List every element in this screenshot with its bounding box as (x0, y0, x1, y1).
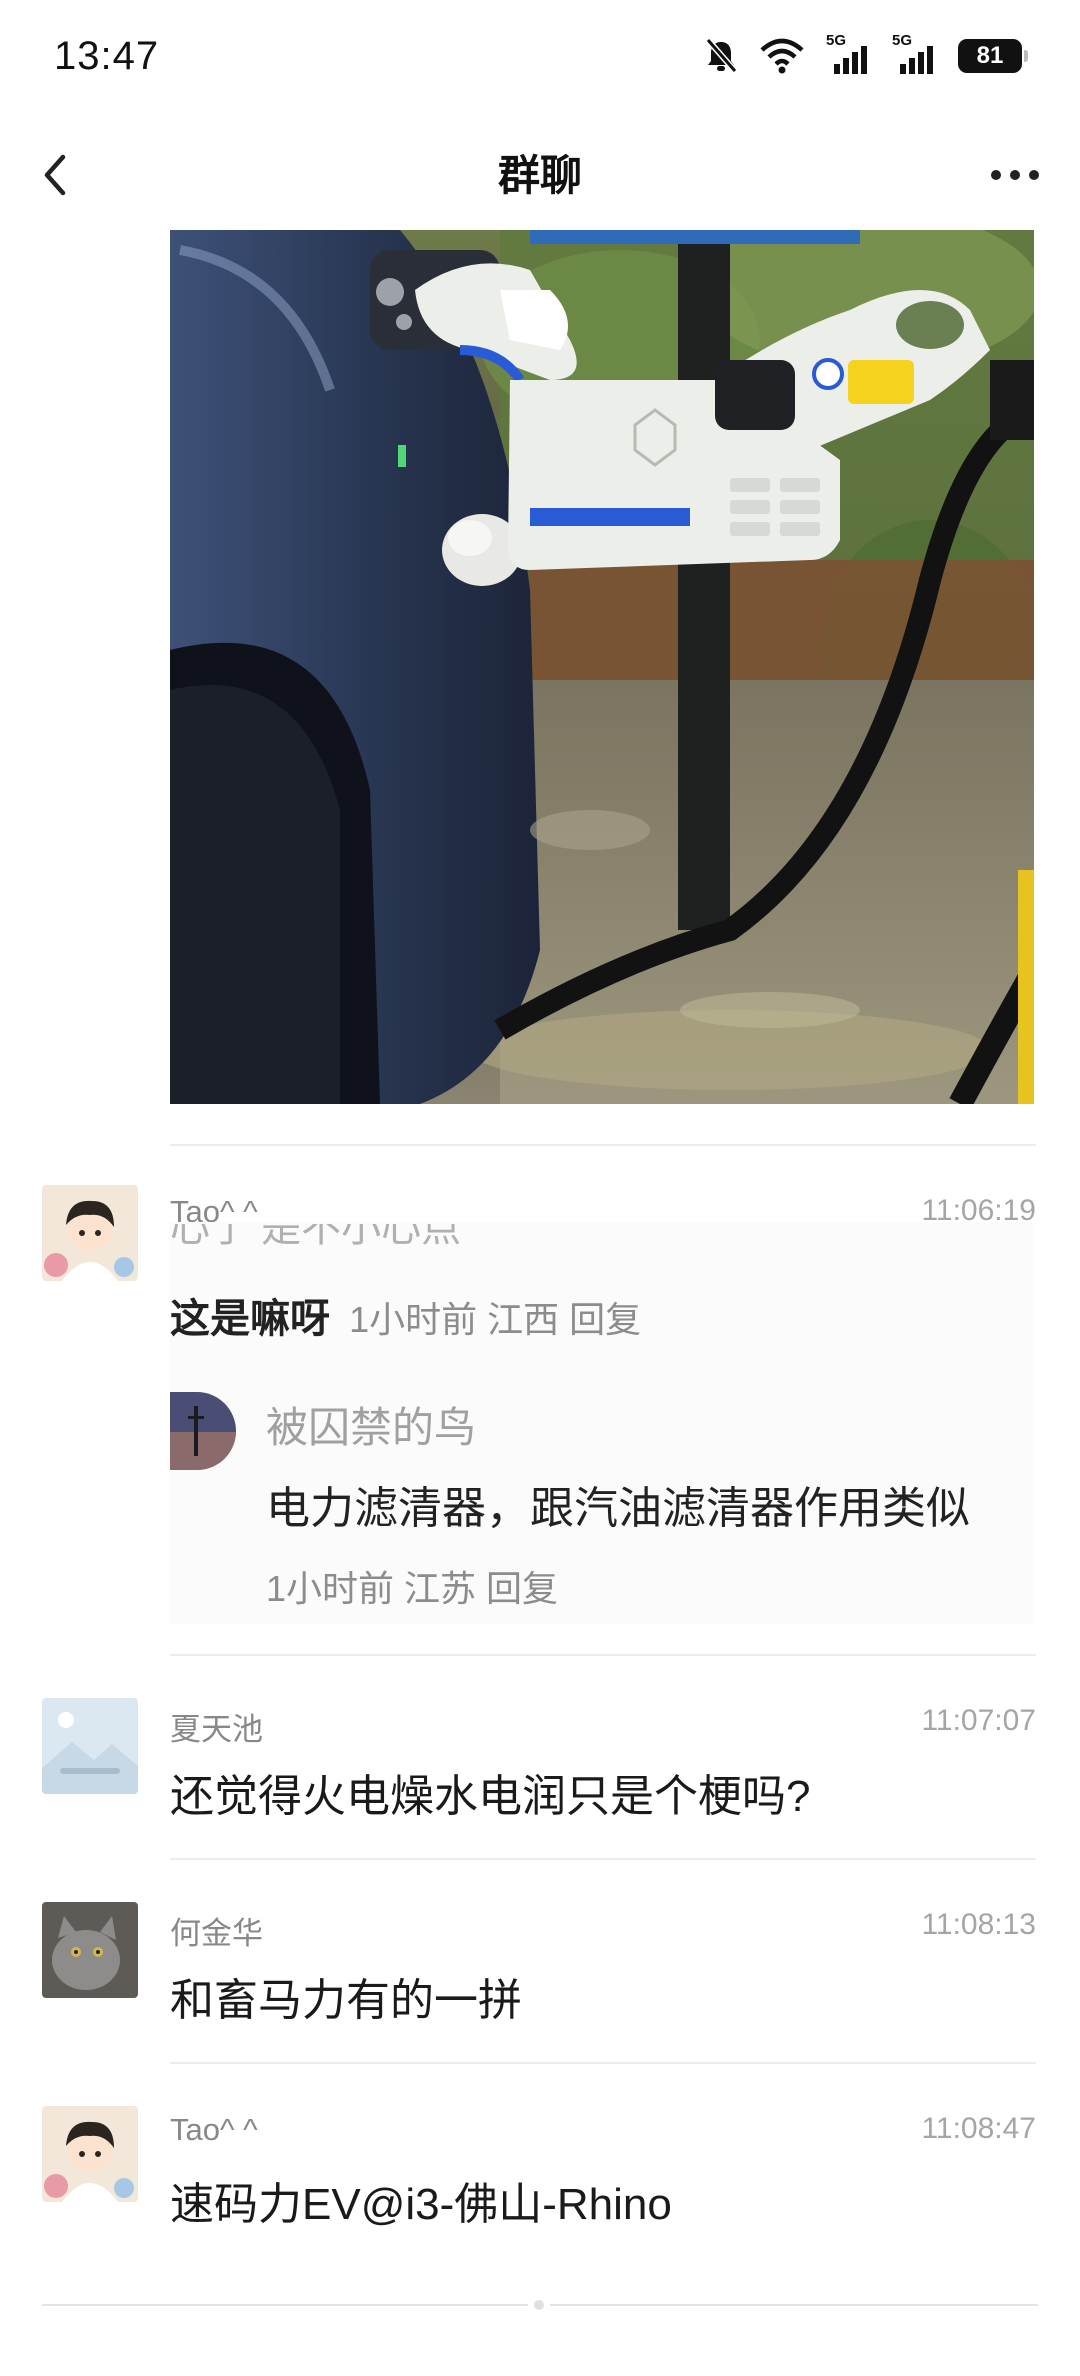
quote-cut-line: 心了 是不小心点 (170, 1224, 462, 1246)
battery-icon: 81 (958, 39, 1028, 73)
divider (170, 2062, 1036, 2064)
quote-main-meta: 1小时前 江西 回复 (349, 1299, 642, 1340)
avatar[interactable] (42, 1185, 138, 1281)
mute-icon (705, 38, 738, 73)
avatar-boy-cartoon (42, 2106, 138, 2202)
divider (170, 1858, 1036, 1860)
avatar-grey-cat (42, 1902, 138, 1998)
more-dots-icon (991, 170, 1001, 180)
divider (170, 1654, 1036, 1656)
signal-5g-icon: 5G (826, 32, 870, 76)
sender-name: 何金华 (170, 1916, 263, 1951)
quote-main-comment: 这是嘛呀 (170, 1297, 330, 1341)
status-icons: 5G 5G 81 (704, 32, 1028, 76)
message-text: 还觉得火电燥水电润只是个梗吗? (170, 1772, 811, 1821)
battery-level: 81 (976, 42, 1004, 69)
status-bar: 13:47 5G 5G 81 (0, 0, 1080, 120)
sender-name: 夏天池 (170, 1712, 263, 1747)
page-title: 群聊 (497, 152, 582, 199)
more-dots-icon (1010, 170, 1020, 180)
quoted-comment-screenshot[interactable]: 心了 是不小心点 这是嘛呀 1小时前 江西 回复 被囚禁的鸟 电力滤清器，跟汽油… (170, 1222, 1034, 1624)
charging-station-photo (170, 230, 1034, 1104)
shared-photo[interactable] (170, 230, 1034, 1104)
more-dots-icon (1029, 170, 1039, 180)
avatar[interactable] (42, 2106, 138, 2202)
avatar-dusk-sky (170, 1392, 236, 1470)
status-time: 13:47 (54, 34, 160, 78)
sender-name: Tao^ ^ (170, 2112, 258, 2147)
quote-avatar (170, 1392, 236, 1470)
quote-reply-user: 被囚禁的鸟 (266, 1404, 477, 1451)
more-button[interactable] (980, 140, 1050, 210)
message-text: 速码力EV@i3-佛山-Rhino (170, 2180, 672, 2229)
avatar[interactable] (42, 1698, 138, 1794)
message-time: 11:08:47 (921, 2112, 1036, 2145)
nav-bar: 群聊 (0, 120, 1080, 230)
page-indicator-dot (528, 2294, 550, 2316)
quote-reply-text: 电力滤清器，跟汽油滤清器作用类似 (266, 1484, 970, 1533)
wifi-icon (760, 38, 804, 74)
quote-reply-meta: 1小时前 江苏 回复 (266, 1568, 559, 1609)
quote-main-text: 这是嘛呀 1小时前 江西 回复 (170, 1286, 641, 1344)
message-text: 和畜马力有的一拼 (170, 1976, 522, 2025)
divider (170, 1144, 1036, 1146)
avatar[interactable] (42, 1902, 138, 1998)
avatar-placeholder-landscape (42, 1698, 138, 1794)
message-time: 11:08:13 (921, 1908, 1036, 1941)
signal-5g-icon: 5G (892, 32, 936, 76)
avatar-boy-cartoon (42, 1185, 138, 1281)
message-time: 11:07:07 (921, 1704, 1036, 1737)
